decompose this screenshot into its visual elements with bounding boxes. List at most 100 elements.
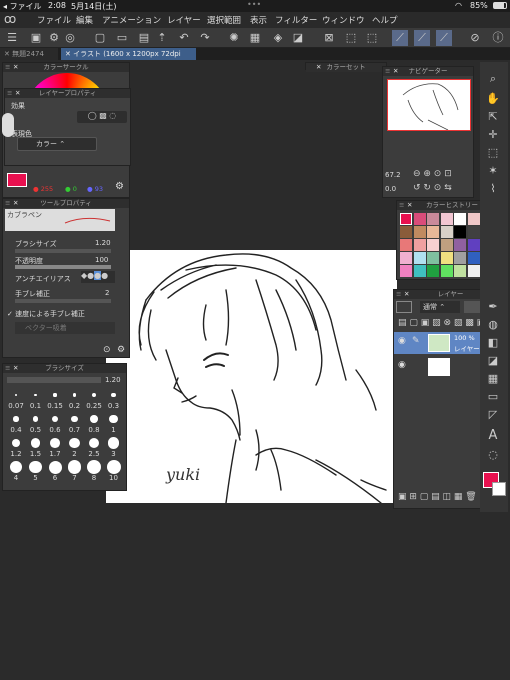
history-color-swatch[interactable] bbox=[454, 226, 466, 238]
transform-icon[interactable]: ◪ bbox=[290, 30, 306, 46]
menu-window[interactable]: ウィンドウ bbox=[322, 14, 365, 26]
history-color-swatch[interactable] bbox=[454, 239, 466, 251]
menu-layer[interactable]: レイヤー bbox=[167, 14, 201, 26]
blend-mode-select[interactable]: 通常 ⌃ bbox=[420, 301, 460, 313]
color-settings-icon[interactable]: ⚙ bbox=[115, 181, 124, 192]
menu-help[interactable]: ヘルプ bbox=[372, 14, 398, 26]
brush-size-preset[interactable]: 8 bbox=[85, 460, 103, 482]
brush-size-preset[interactable]: 6 bbox=[46, 460, 64, 482]
close-icon[interactable]: ✕ bbox=[393, 67, 398, 76]
brush-size-preset[interactable]: 5 bbox=[27, 460, 45, 482]
history-color-swatch[interactable] bbox=[413, 252, 426, 264]
pen-tool-icon[interactable]: ✒ bbox=[484, 300, 502, 316]
sub-drawing-color[interactable] bbox=[492, 482, 506, 496]
main-color-swatch[interactable] bbox=[7, 173, 27, 187]
brush-size-preset[interactable]: 10 bbox=[105, 460, 123, 482]
brush-size-preset[interactable]: 0.15 bbox=[46, 388, 64, 410]
brush-size-preset[interactable]: 0.7 bbox=[66, 412, 84, 434]
drawing-canvas[interactable]: yuki bbox=[106, 250, 397, 504]
vector-snap-field[interactable]: ベクター吸着 bbox=[15, 322, 115, 334]
brush-size-preset[interactable]: 0.2 bbox=[66, 388, 84, 410]
brush-size-bar[interactable] bbox=[7, 377, 101, 383]
special-ruler-snap-icon[interactable]: ⟋ bbox=[414, 30, 430, 46]
clear-icon[interactable]: ▦ bbox=[247, 30, 263, 46]
history-color-swatch[interactable] bbox=[400, 239, 412, 251]
history-color-swatch[interactable] bbox=[413, 226, 426, 238]
opacity-slider[interactable] bbox=[15, 265, 111, 269]
zoom-tool-icon[interactable]: ⌕ bbox=[484, 72, 502, 88]
eraser-tool-icon[interactable]: ◧ bbox=[484, 336, 502, 352]
hand-tool-icon[interactable]: ✋ bbox=[484, 92, 502, 108]
antialias-options[interactable]: ◆●●● bbox=[81, 271, 115, 283]
brush-size-preset[interactable]: 2.5 bbox=[85, 436, 103, 458]
back-app-label[interactable]: ◂ ファイル bbox=[3, 1, 42, 12]
rotate-controls[interactable]: ↺ ↻ ⊙ ⇆ bbox=[413, 183, 452, 193]
history-color-swatch[interactable] bbox=[427, 252, 439, 264]
history-color-swatch[interactable] bbox=[467, 226, 480, 238]
history-color-swatch[interactable] bbox=[440, 252, 453, 264]
panel-grip-handle[interactable] bbox=[2, 113, 14, 137]
visibility-eye-icon[interactable]: ◉ bbox=[398, 336, 406, 346]
brush-size-preset[interactable]: 3 bbox=[105, 436, 123, 458]
history-color-swatch[interactable] bbox=[467, 265, 480, 277]
tool-detail-icon[interactable]: ⚙ bbox=[117, 345, 125, 355]
auto-select-tool-icon[interactable]: ✶ bbox=[484, 164, 502, 180]
close-icon[interactable]: ✕ bbox=[65, 50, 71, 58]
effect-buttons[interactable]: ◯ ▩ ◌ bbox=[77, 111, 127, 123]
brush-size-preset[interactable]: 7 bbox=[66, 460, 84, 482]
app-logo-icon[interactable]: ꝏ bbox=[4, 12, 16, 26]
brush-size-preset[interactable]: 0.1 bbox=[27, 388, 45, 410]
brush-size-preset[interactable]: 1.2 bbox=[7, 436, 25, 458]
text-tool-icon[interactable]: A bbox=[484, 428, 502, 444]
preferences-icon[interactable]: ⚙ bbox=[46, 30, 62, 46]
brush-size-preset[interactable]: 2 bbox=[66, 436, 84, 458]
layer-color-icon[interactable] bbox=[396, 301, 412, 313]
history-color-swatch[interactable] bbox=[454, 265, 466, 277]
menu-edit[interactable]: 編集 bbox=[76, 14, 93, 26]
history-color-swatch[interactable] bbox=[440, 213, 453, 225]
history-color-swatch[interactable] bbox=[427, 213, 439, 225]
undo-icon[interactable]: ↶ bbox=[176, 30, 192, 46]
brush-size-preset[interactable]: 1 bbox=[105, 412, 123, 434]
deselect-icon[interactable]: ⬚ bbox=[343, 30, 359, 46]
history-color-swatch[interactable] bbox=[413, 213, 426, 225]
close-icon[interactable]: ✕ bbox=[13, 199, 18, 208]
save-icon[interactable]: ▤ bbox=[136, 30, 152, 46]
brush-tool-icon[interactable]: ◍ bbox=[484, 318, 502, 334]
brush-size-preset[interactable]: 0.3 bbox=[105, 388, 123, 410]
stabilization-slider[interactable] bbox=[15, 299, 111, 303]
selection-tool-icon[interactable]: ⬚ bbox=[484, 146, 502, 162]
new-canvas-icon[interactable]: ▢ bbox=[92, 30, 108, 46]
history-color-swatch[interactable] bbox=[413, 239, 426, 251]
close-icon[interactable]: ✕ bbox=[407, 201, 412, 210]
history-color-swatch[interactable] bbox=[427, 239, 439, 251]
open-folder-icon[interactable]: ▭ bbox=[114, 30, 130, 46]
fill-tool-icon[interactable]: ◪ bbox=[484, 354, 502, 370]
history-color-swatch[interactable] bbox=[467, 252, 480, 264]
invert-selection-icon[interactable]: ⬚ bbox=[364, 30, 380, 46]
brush-size-preset[interactable]: 0.07 bbox=[7, 388, 25, 410]
close-icon[interactable]: ✕ bbox=[13, 63, 18, 72]
menu-animation[interactable]: アニメーション bbox=[102, 14, 161, 26]
close-icon[interactable]: ✕ bbox=[316, 63, 321, 72]
export-icon[interactable]: ⇡ bbox=[154, 30, 170, 46]
gradient-tool-icon[interactable]: ▦ bbox=[484, 372, 502, 388]
figure-tool-icon[interactable]: ▭ bbox=[484, 390, 502, 406]
eyedropper-tool-icon[interactable]: ⌇ bbox=[484, 182, 502, 198]
hamburger-menu-icon[interactable]: ☰ bbox=[4, 30, 20, 46]
brush-size-preset[interactable]: 1.7 bbox=[46, 436, 64, 458]
history-color-swatch[interactable] bbox=[440, 239, 453, 251]
brush-size-preset[interactable]: 4 bbox=[7, 460, 25, 482]
history-color-swatch[interactable] bbox=[440, 226, 453, 238]
brush-size-preset[interactable]: 0.6 bbox=[46, 412, 64, 434]
close-icon[interactable]: ✕ bbox=[404, 290, 409, 299]
select-all-icon[interactable]: ⊠ bbox=[321, 30, 337, 46]
balloon-tool-icon[interactable]: ◌ bbox=[484, 448, 502, 464]
history-color-swatch[interactable] bbox=[467, 239, 480, 251]
info-icon[interactable]: ⓘ bbox=[490, 30, 506, 46]
visibility-eye-icon[interactable]: ◉ bbox=[398, 360, 406, 370]
layer-tool-icons[interactable]: ▤ ▢ ▣ ▨ ⊗ ▧ ▩ ▣ bbox=[398, 318, 485, 328]
fill-icon[interactable]: ◈ bbox=[270, 30, 286, 46]
menu-view[interactable]: 表示 bbox=[250, 14, 267, 26]
close-icon[interactable]: ✕ bbox=[13, 364, 18, 373]
